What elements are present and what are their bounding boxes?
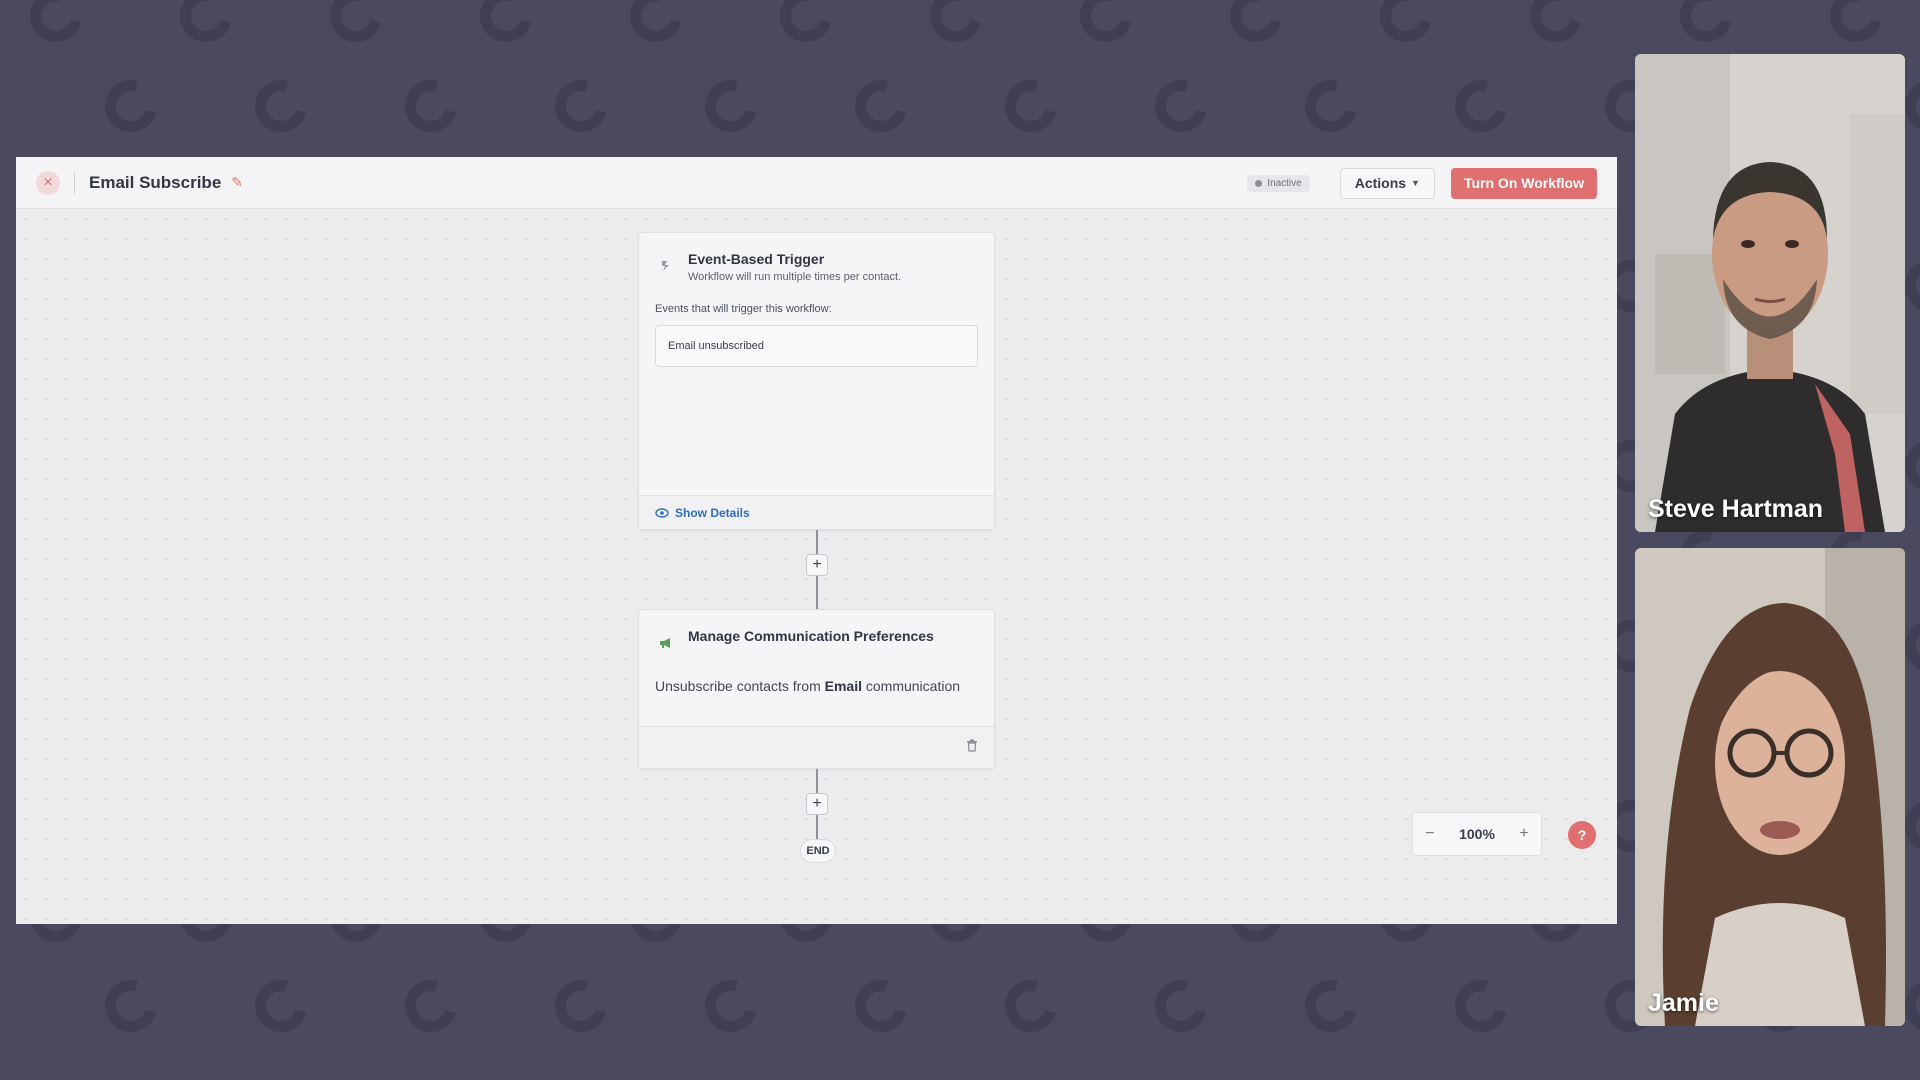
action-description: Unsubscribe contacts from Email communic… [639,654,994,694]
actions-label: Actions [1354,175,1407,191]
background-ring [1520,0,1592,52]
zoom-out-button[interactable]: − [1425,825,1434,843]
background-ring [1070,0,1142,52]
zoom-in-button[interactable]: + [1519,825,1528,843]
actions-dropdown-button[interactable]: Actions ▼ [1339,167,1435,199]
trash-icon[interactable] [966,739,978,757]
event-item[interactable]: Email unsubscribed [655,325,978,367]
action-card[interactable]: Manage Communication Preferences Unsubsc… [638,609,995,769]
background-ring [395,970,467,1042]
chevron-down-icon: ▼ [1411,178,1420,188]
zoom-level: 100% [1459,826,1495,842]
workflow-canvas[interactable]: Event-Based Trigger Workflow will run mu… [16,209,1617,924]
show-details-label: Show Details [675,505,750,520]
background-ring [545,70,617,142]
connector-line [816,769,818,793]
topbar-divider [74,171,75,194]
zoom-control: − 100% + [1412,812,1542,856]
background-ring [845,970,917,1042]
background-ring [995,70,1067,142]
background-ring [320,0,392,52]
events-label: Events that will trigger this workflow: [655,303,832,315]
background-ring [695,970,767,1042]
trigger-card-footer: Show Details [639,495,994,529]
action-desc-prefix: Unsubscribe contacts from [655,678,825,694]
show-details-link[interactable]: Show Details [655,506,750,520]
edit-pencil-icon[interactable]: ✎ [231,174,243,191]
background-ring [1145,70,1217,142]
close-icon[interactable]: × [36,170,60,195]
participant-video [1635,54,1905,532]
background-ring [1295,70,1367,142]
end-node: END [800,839,836,863]
background-ring [470,0,542,52]
background-ring [20,0,92,52]
status-badge: Inactive [1247,174,1310,192]
trigger-subtitle: Workflow will run multiple times per con… [688,271,902,283]
editor-topbar: × Email Subscribe ✎ Inactive Actions ▼ T… [16,157,1617,209]
background-ring [1370,0,1442,52]
action-desc-channel: Email [824,678,862,694]
megaphone-icon [655,632,677,654]
status-dot [1255,179,1263,187]
participant-video-tile: Jamie [1635,548,1905,1026]
participant-name: Jamie [1648,989,1719,1017]
background-ring [1220,0,1292,52]
background-ring [695,70,767,142]
help-button[interactable]: ? [1568,821,1596,849]
background-ring [920,0,992,52]
action-desc-suffix: communication [861,678,961,694]
participant-name: Steve Hartman [1648,495,1824,523]
background-ring [95,70,167,142]
background-ring [845,70,917,142]
status-text: Inactive [1267,177,1302,189]
trigger-title: Event-Based Trigger [688,251,825,267]
background-ring [620,0,692,52]
add-step-button[interactable]: + [806,793,828,815]
turn-on-workflow-button[interactable]: Turn On Workflow [1450,167,1597,199]
action-title: Manage Communication Preferences [688,628,934,644]
background-ring [95,970,167,1042]
connector-line [816,815,818,839]
background-ring [1820,0,1892,52]
background-ring [1295,970,1367,1042]
add-step-button[interactable]: + [806,554,828,576]
connector-line [816,576,818,609]
background-ring [1445,70,1517,142]
background-ring [245,970,317,1042]
background-ring [395,70,467,142]
participant-video [1635,548,1905,1026]
background-ring [770,0,842,52]
trigger-card[interactable]: Event-Based Trigger Workflow will run mu… [638,232,995,530]
background-ring [545,970,617,1042]
background-ring [170,0,242,52]
background-ring [1145,970,1217,1042]
eye-icon [655,506,669,520]
connector-line [816,530,818,554]
action-card-footer [639,726,994,768]
lightning-icon [655,255,677,277]
participant-video-tile: Steve Hartman [1635,54,1905,532]
background-ring [995,970,1067,1042]
background-ring [1445,970,1517,1042]
background-ring [1670,0,1742,52]
background-ring [245,70,317,142]
workflow-editor-window: × Email Subscribe ✎ Inactive Actions ▼ T… [16,157,1617,924]
workflow-title: Email Subscribe [89,172,222,192]
